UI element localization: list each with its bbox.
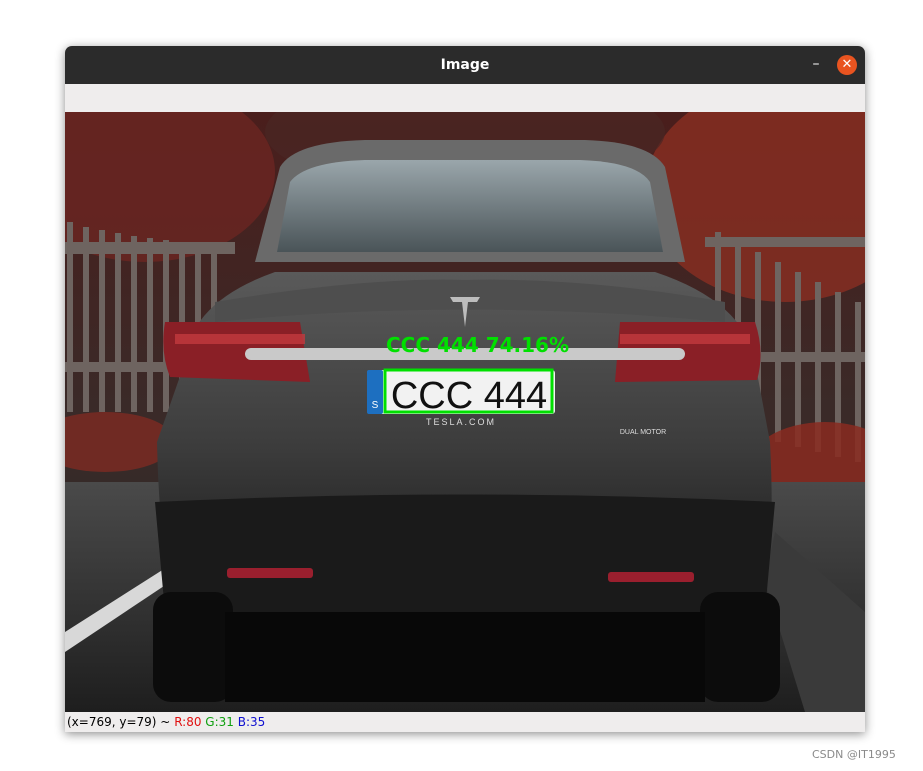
- minimize-button[interactable]: –: [805, 54, 827, 76]
- status-green: G:31: [205, 715, 234, 729]
- image-window: Image – ✕ S CCC 444 TESLA.COM DUAL MOTOR…: [65, 46, 865, 732]
- detection-label: CCC 444 74.16%: [386, 333, 569, 357]
- reflector-right: [608, 572, 694, 582]
- image-canvas[interactable]: S CCC 444 TESLA.COM DUAL MOTOR CCC 444 7…: [65, 112, 865, 712]
- close-icon: ✕: [841, 57, 853, 72]
- tire-left: [153, 592, 233, 702]
- rear-bumper: [155, 494, 775, 612]
- dual-motor-badge: DUAL MOTOR: [620, 429, 666, 436]
- car-photo: S CCC 444 TESLA.COM DUAL MOTOR CCC 444 7…: [65, 112, 865, 712]
- title-bar[interactable]: Image – ✕: [65, 46, 865, 84]
- car-shadow: [225, 612, 705, 702]
- status-bar: (x=769, y=79) ~ R:80 G:31 B:35: [65, 712, 865, 732]
- window-title: Image: [440, 57, 490, 73]
- status-red: R:80: [174, 715, 202, 729]
- reflector-left: [227, 568, 313, 578]
- status-blue: B:35: [237, 715, 266, 729]
- minimize-icon: –: [812, 56, 820, 72]
- plate-country: S: [372, 400, 379, 411]
- close-button[interactable]: ✕: [837, 55, 857, 75]
- toolbar: [65, 84, 865, 112]
- plate-frame-text: TESLA.COM: [426, 417, 496, 427]
- status-coords: (x=769, y=79) ~: [67, 715, 171, 729]
- tire-right: [700, 592, 780, 702]
- watermark: CSDN @IT1995: [812, 748, 896, 761]
- rear-window: [277, 160, 663, 252]
